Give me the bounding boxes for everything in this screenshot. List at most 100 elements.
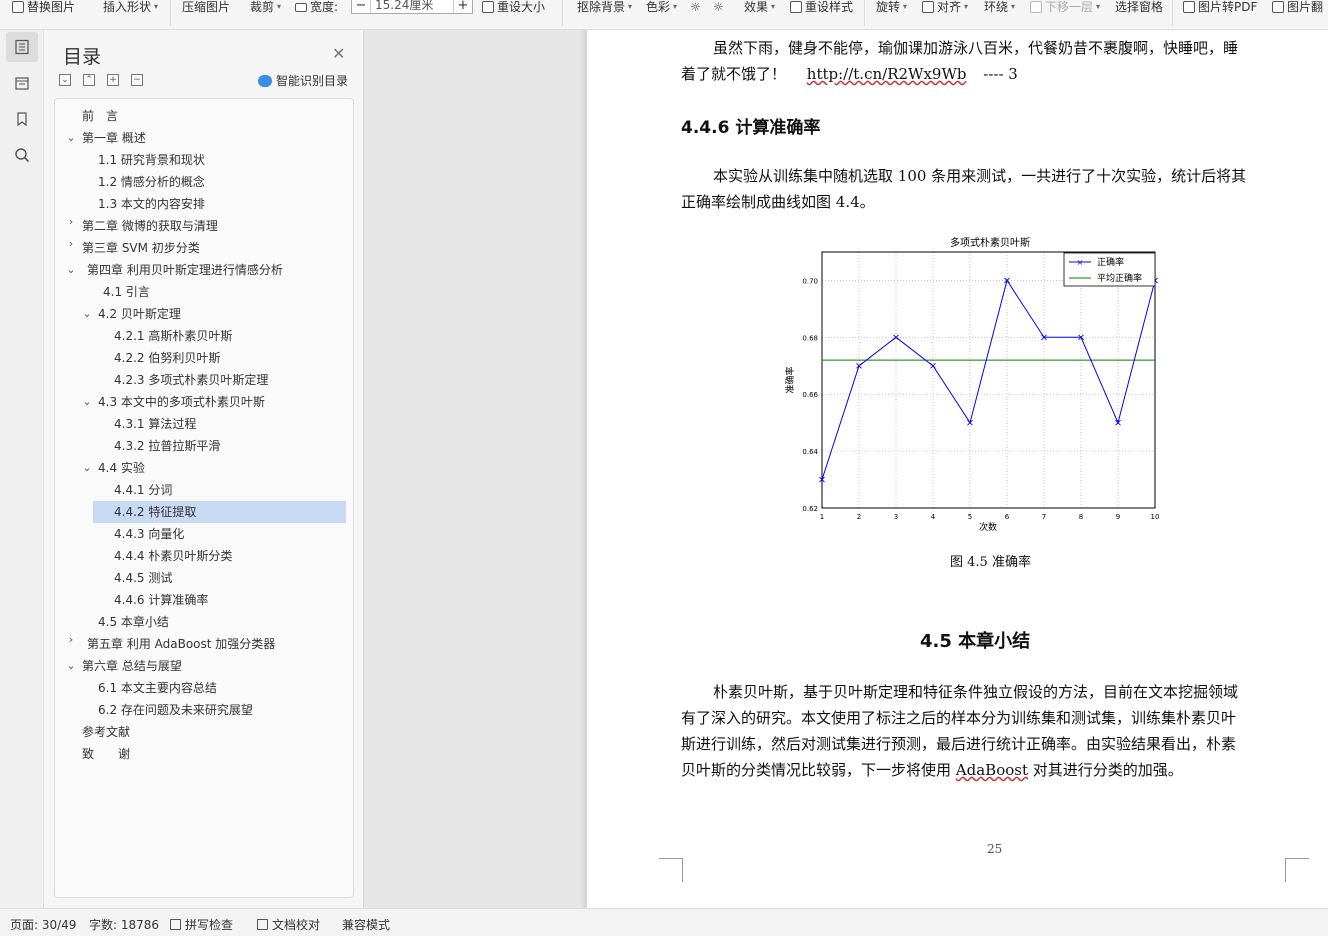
remove-background-button[interactable]: 抠除背景 ▾ <box>577 0 632 14</box>
wrap-button[interactable]: 环绕 ▾ <box>984 0 1015 14</box>
move-down-layer-button[interactable]: 下移一层 ▾ <box>1030 0 1100 14</box>
toc-item-selected[interactable]: 4.4.2 特征提取 <box>93 501 346 523</box>
word-count[interactable]: 字数: 18786 <box>89 916 159 933</box>
toc-item[interactable]: 前 言 <box>82 105 118 127</box>
expand-all-icon[interactable]: ⌃ <box>83 74 95 86</box>
toc-item[interactable]: 1.2 情感分析的概念 <box>98 171 205 193</box>
toc-item[interactable]: 4.3.2 拉普拉斯平滑 <box>114 435 220 457</box>
width-stepper[interactable]: − 15.24厘米 + <box>351 0 473 14</box>
image-to-pdf-button[interactable]: 图片转PDF <box>1183 0 1257 14</box>
layer-icon <box>1030 1 1042 13</box>
crop-button[interactable]: 裁剪 ▾ <box>250 0 281 14</box>
chevron-right-icon[interactable]: › <box>65 215 77 228</box>
toc-item[interactable]: 4.4.5 测试 <box>114 567 172 589</box>
toc-item[interactable]: 第五章 利用 AdaBoost 加强分类器 <box>87 633 275 655</box>
toc-item[interactable]: 4.3.1 算法过程 <box>114 413 196 435</box>
remove-heading-icon[interactable]: − <box>131 74 143 86</box>
svg-text:×: × <box>1077 258 1084 267</box>
x-tick-label: 4 <box>931 513 936 521</box>
toc-item[interactable]: 1.1 研究背景和现状 <box>98 149 205 171</box>
section-heading: 4.4.6 计算准确率 <box>681 118 821 138</box>
replace-image-button[interactable]: 替换图片 <box>12 0 75 14</box>
smart-toc-button[interactable]: 智能识别目录 <box>258 72 348 89</box>
spell-check-button[interactable]: 拼写检查 <box>170 916 233 933</box>
toc-item[interactable]: 第六章 总结与展望 <box>82 655 182 677</box>
x-tick-label: 7 <box>1042 513 1046 521</box>
toc-item[interactable]: 4.2.3 多项式朴素贝叶斯定理 <box>114 369 268 391</box>
toc-item[interactable]: 致 谢 <box>82 743 130 765</box>
toc-item[interactable]: 6.1 本文主要内容总结 <box>98 677 217 699</box>
accuracy-line-chart[interactable]: 多项式朴素贝叶斯 0.620.640.660.680.70 1234567891… <box>783 234 1163 540</box>
toc-item[interactable]: 4.4.4 朴素贝叶斯分类 <box>114 545 232 567</box>
paragraph-line: 贝叶斯的分类情况比较弱，下一步将使用 AdaBoost 对其进行分类的加强。 <box>681 761 1183 779</box>
toc-item[interactable]: 4.3 本文中的多项式朴素贝叶斯 <box>98 391 265 413</box>
toc-item[interactable]: 6.2 存在问题及未来研究展望 <box>98 699 253 721</box>
toc-item[interactable]: 第四章 利用贝叶斯定理进行情感分析 <box>87 259 283 281</box>
toc-item[interactable]: 4.4.3 向量化 <box>114 523 184 545</box>
chevron-down-icon[interactable]: ⌄ <box>81 395 93 408</box>
width-input[interactable]: 15.24厘米 <box>370 0 454 13</box>
toc-item[interactable]: 第二章 微博的获取与清理 <box>82 215 218 237</box>
sun-icon: ☼ <box>713 0 724 14</box>
chevron-down-icon[interactable]: ⌄ <box>81 461 93 474</box>
chevron-right-icon[interactable]: › <box>65 633 77 646</box>
chevron-down-icon[interactable]: ⌄ <box>65 659 77 672</box>
chevron-down-icon[interactable]: ⌄ <box>81 307 93 320</box>
toc-item[interactable]: 第一章 概述 <box>82 127 146 149</box>
page-counter[interactable]: 页面: 30/49 <box>10 916 76 933</box>
add-heading-icon[interactable]: + <box>107 74 119 86</box>
toc-tree: 前 言 ⌄ 第一章 概述 1.1 研究背景和现状 1.2 情感分析的概念 1.3… <box>54 98 354 898</box>
toc-panel-button[interactable] <box>6 32 38 62</box>
toc-item[interactable]: 4.2.2 伯努利贝叶斯 <box>114 347 220 369</box>
search-button[interactable] <box>6 140 38 170</box>
color-button[interactable]: 色彩 ▾ <box>646 0 677 14</box>
status-bar: 页面: 30/49 字数: 18786 拼写检查 文档校对 兼容模式 <box>0 908 1328 936</box>
image-translate-button[interactable]: 图片翻 <box>1272 0 1323 14</box>
toc-item[interactable]: 4.2 贝叶斯定理 <box>98 303 181 325</box>
chevron-right-icon[interactable]: › <box>65 237 77 250</box>
chart-legend: × 正确率 平均正确率 <box>1063 252 1156 287</box>
rotate-button[interactable]: 旋转 ▾ <box>876 0 907 14</box>
y-tick-label: 0.66 <box>802 391 818 399</box>
toc-item[interactable]: 4.2.1 高斯朴素贝叶斯 <box>114 325 232 347</box>
toc-item[interactable]: 4.4.6 计算准确率 <box>114 589 208 611</box>
toc-item[interactable]: 4.5 本章小结 <box>98 611 169 633</box>
caret-down-icon: ▾ <box>964 2 969 11</box>
bookmark-button[interactable] <box>6 104 38 134</box>
x-tick-label: 5 <box>968 513 972 521</box>
reset-style-button[interactable]: 重设样式 <box>790 0 853 14</box>
insert-shape-button[interactable]: 插入形状 ▾ <box>103 0 158 14</box>
hyperlink[interactable]: http://t.cn/R2Wx9Wb <box>807 65 967 83</box>
close-icon[interactable]: ✕ <box>332 44 345 63</box>
effects-button[interactable]: 效果 ▾ <box>744 0 775 14</box>
spell-flagged-word[interactable]: AdaBoost <box>956 761 1028 779</box>
y-axis-ticks: 0.62 0.64 0.66 0.68 0.70 <box>802 277 818 513</box>
toc-item[interactable]: 第三章 SVM 初步分类 <box>82 237 200 259</box>
toc-item[interactable]: 参考文献 <box>82 721 130 743</box>
figure-caption: 图 4.5 准确率 <box>950 555 1031 570</box>
chevron-down-icon[interactable]: ⌄ <box>65 263 77 276</box>
collapse-all-icon[interactable]: ⌄ <box>59 74 71 86</box>
selection-pane-button[interactable]: 选择窗格 <box>1115 0 1163 14</box>
caret-down-icon: ▾ <box>673 2 678 11</box>
increase-width-button[interactable]: + <box>454 0 472 13</box>
brightness-up-button[interactable]: ☼ <box>690 0 701 14</box>
x-axis-ticks: 1 2 3 4 5 6 7 8 9 10 <box>820 513 1160 521</box>
toc-item[interactable]: 4.4 实验 <box>98 457 145 479</box>
y-tick-label: 0.68 <box>802 334 818 342</box>
navigation-pane-button[interactable] <box>6 68 38 98</box>
document-proof-button[interactable]: 文档校对 <box>257 916 320 933</box>
decrease-width-button[interactable]: − <box>352 0 370 13</box>
toc-item[interactable]: 1.3 本文的内容安排 <box>98 193 205 215</box>
toc-item[interactable]: 4.4.1 分词 <box>114 479 172 501</box>
reset-size-button[interactable]: 重设大小 <box>482 0 545 14</box>
align-button[interactable]: 对齐 ▾ <box>922 0 968 14</box>
document-page[interactable]: 虽然下雨，健身不能停，瑜伽课加游泳八百米，代餐奶昔不裹腹啊，快睡吧，睡 着了就不… <box>587 30 1328 908</box>
compress-image-button[interactable]: 压缩图片 <box>182 0 230 14</box>
brightness-down-button[interactable]: ☼ <box>713 0 724 14</box>
toc-item[interactable]: 4.1 引言 <box>103 281 150 303</box>
proof-icon <box>257 919 268 930</box>
plot-frame <box>821 251 1156 509</box>
chevron-down-icon[interactable]: ⌄ <box>65 131 77 144</box>
data-point-marker <box>930 362 936 369</box>
